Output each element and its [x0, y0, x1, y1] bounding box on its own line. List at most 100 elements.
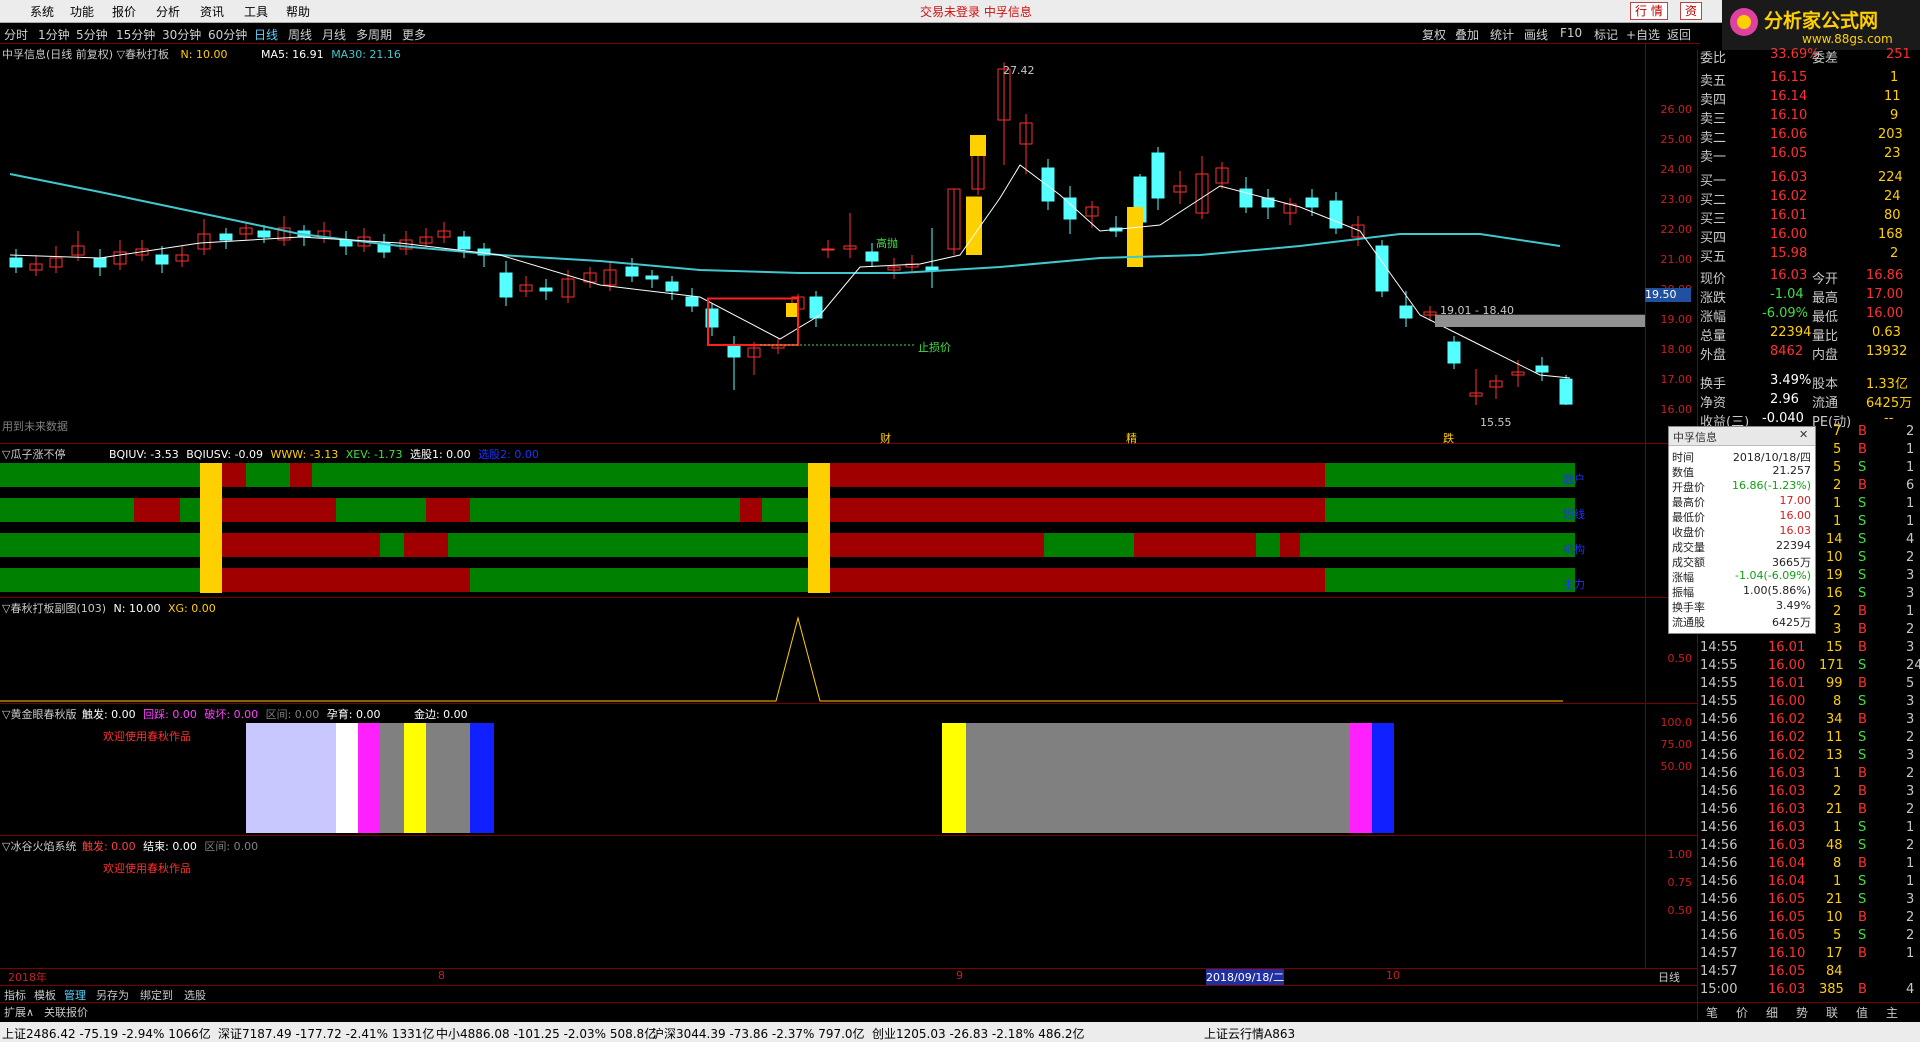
menu-help[interactable]: 帮助 [286, 3, 310, 20]
stripe-segment [0, 498, 134, 522]
add-watchlist-button[interactable]: +自选 [1626, 26, 1660, 43]
period-weekly[interactable]: 周线 [288, 26, 312, 43]
period-30min[interactable]: 30分钟 [162, 26, 201, 43]
time-period: 日线 [1658, 971, 1680, 984]
draw-button[interactable]: 画线 [1524, 26, 1548, 43]
zi-button[interactable]: 资 [1680, 2, 1703, 20]
stripe-segment [380, 533, 404, 557]
quote-tab[interactable]: 笔 [1706, 1004, 1718, 1021]
signal-block [1372, 723, 1394, 833]
quote-cell: 10 [1826, 550, 1843, 565]
stripe-segment [0, 463, 200, 487]
period-daily[interactable]: 日线 [254, 26, 278, 43]
quote-cell: 16.04 [1768, 874, 1806, 889]
quote-cell: 16.01 [1770, 208, 1808, 223]
status-hushen: 沪深3044.39 -73.86 -2.37% 797.0亿 [652, 1027, 865, 1041]
quote-cell: 21 [1826, 802, 1843, 817]
hangqing-button[interactable]: 行 情 [1630, 2, 1668, 20]
related-quote-button[interactable]: 关联报价 [44, 1004, 88, 1020]
tick-row: 14:56 16.03 21 B 2 [1698, 801, 1920, 819]
period-15min[interactable]: 15分钟 [116, 26, 155, 43]
quote-cell: B [1858, 478, 1867, 493]
stripe-segment [828, 498, 1325, 522]
tab-template[interactable]: 模板 [34, 987, 56, 1003]
signal-block [966, 723, 1350, 833]
menu-news[interactable]: 资讯 [200, 3, 224, 20]
quote-cell: 14:55 [1700, 694, 1738, 709]
quote-cell: 15 [1826, 640, 1843, 655]
candle-body [1329, 200, 1343, 229]
tab-saveas[interactable]: 另存为 [96, 987, 129, 1003]
tick-row: 14:57 16.05 84 [1698, 963, 1920, 981]
period-multi[interactable]: 多周期 [356, 26, 392, 43]
quote-tab[interactable]: 联 [1826, 1004, 1838, 1021]
main-chart-pane[interactable]: 中孚信息(日线 前复权) ▽春秋打板 N: 10.00 MA5: 16.91 M… [0, 44, 1697, 445]
quote-tab[interactable]: 值 [1856, 1004, 1868, 1021]
quote-cell: 16.10 [1770, 108, 1808, 123]
fuquan-button[interactable]: 复权 [1422, 26, 1446, 43]
guazi-pane[interactable]: ▽瓜子涨不停 BQIUV: -3.53 BQIUSV: -0.09 WWW: -… [0, 444, 1697, 598]
tab-bind[interactable]: 绑定到 [140, 987, 173, 1003]
period-more[interactable]: 更多 [402, 26, 426, 43]
quote-cell: 16.05 [1768, 892, 1806, 907]
candle-body [1063, 197, 1077, 220]
menu-quote[interactable]: 报价 [112, 3, 136, 20]
quote-tab[interactable]: 细 [1766, 1004, 1778, 1021]
period-60min[interactable]: 60分钟 [208, 26, 247, 43]
f10-button[interactable]: F10 [1560, 26, 1582, 40]
buy-row: 买二 16.02 24 [1698, 188, 1920, 208]
quote-cell: S [1858, 874, 1867, 889]
signal-block [380, 723, 404, 833]
popup-key: 收盘价 [1672, 526, 1705, 539]
quote-cell: 14:56 [1700, 802, 1738, 817]
popup-row: 涨幅 -1.04(-6.09%) [1669, 569, 1815, 584]
label-duanxian: 短线 [1563, 508, 1585, 521]
menu-function[interactable]: 功能 [70, 3, 94, 20]
tab-indicator[interactable]: 指标 [4, 987, 26, 1003]
stripe-segment [1134, 533, 1256, 557]
quote-cell: 14:56 [1700, 820, 1738, 835]
quote-cell: 3 [1906, 568, 1915, 583]
sell-row: 卖三 16.10 9 [1698, 107, 1920, 127]
period-fenshi[interactable]: 分时 [4, 26, 28, 43]
period-monthly[interactable]: 月线 [322, 26, 346, 43]
quote-cell: 16.03 [1768, 838, 1806, 853]
popup-value: -1.04(-6.09%) [1735, 569, 1811, 582]
logo-text: 分析家公式网 [1764, 10, 1879, 32]
mark-button[interactable]: 标记 [1594, 26, 1618, 43]
tick-row: 14:57 16.10 17 B 1 [1698, 945, 1920, 963]
overlay-button[interactable]: 叠加 [1455, 26, 1479, 43]
tab-manage[interactable]: 管理 [64, 987, 86, 1003]
candle-body [665, 281, 679, 292]
quote-tab[interactable]: 主 [1886, 1004, 1898, 1021]
tick-row: 14:56 16.05 5 S 2 [1698, 927, 1920, 945]
chunqiu-pane[interactable]: ▽春秋打板副图(103) N: 10.00 XG: 0.00 0.50 [0, 598, 1697, 704]
stripe-segment [312, 463, 808, 487]
close-icon[interactable]: ✕ [1799, 428, 1808, 441]
quote-cell: S [1858, 568, 1867, 583]
quote-tab[interactable]: 势 [1796, 1004, 1808, 1021]
quote-cell: S [1858, 658, 1867, 673]
quote-cell: B [1858, 946, 1867, 961]
period-1min[interactable]: 1分钟 [38, 26, 70, 43]
quote-cell: 4 [1906, 982, 1915, 997]
popup-value: 22394 [1776, 539, 1811, 552]
tab-select[interactable]: 选股 [184, 987, 206, 1003]
stripe-segment [1325, 568, 1575, 592]
binggu-pane[interactable]: ▽冰谷火焰系统 触发: 0.00 结束: 0.00 区间: 0.00 欢迎使用春… [0, 836, 1697, 969]
stats-button[interactable]: 统计 [1490, 26, 1514, 43]
ext-button[interactable]: 扩展∧ [4, 1004, 34, 1020]
signal-candle [786, 303, 798, 317]
time-m9: 9 [956, 969, 963, 982]
quote-tab[interactable]: 价 [1736, 1004, 1748, 1021]
menu-system[interactable]: 系统 [30, 3, 54, 20]
sell-row: 卖四 16.14 11 [1698, 88, 1920, 108]
quote-cell: 16.15 [1770, 70, 1808, 85]
status-shenzhen: 深证7187.49 -177.72 -2.41% 1331亿 [218, 1027, 435, 1041]
period-5min[interactable]: 5分钟 [76, 26, 108, 43]
tick-row: 14:56 16.02 11 S 2 [1698, 729, 1920, 747]
menu-analysis[interactable]: 分析 [156, 3, 180, 20]
back-button[interactable]: 返回 [1667, 26, 1691, 43]
menu-tools[interactable]: 工具 [244, 3, 268, 20]
huangjinyan-pane[interactable]: ▽黄金眼春秋版 触发: 0.00 回踩: 0.00 破坏: 0.00 区间: 0… [0, 704, 1697, 836]
